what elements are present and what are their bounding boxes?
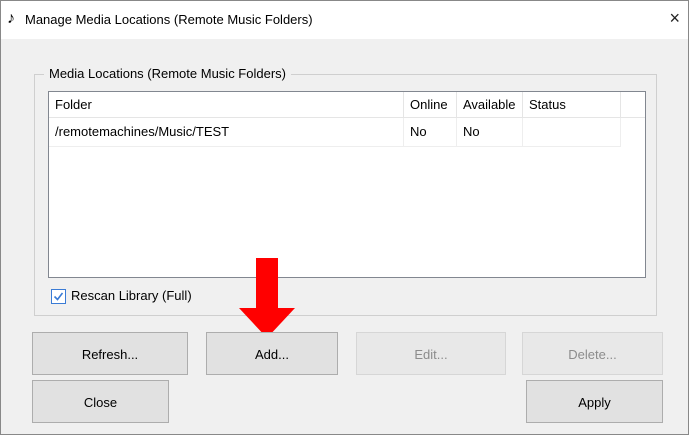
column-header-available[interactable]: Available	[457, 92, 523, 118]
column-header-online[interactable]: Online	[404, 92, 457, 118]
rescan-library-label[interactable]: Rescan Library (Full)	[71, 288, 192, 303]
cell-folder: /remotemachines/Music/TEST	[49, 118, 404, 146]
checkmark-icon	[53, 292, 64, 301]
row-divider	[49, 146, 621, 147]
column-header-status[interactable]: Status	[523, 92, 621, 118]
rescan-library-checkbox[interactable]	[51, 289, 66, 304]
cell-available: No	[457, 118, 523, 146]
music-note-icon: ♪	[7, 10, 15, 27]
add-button[interactable]: Add...	[206, 332, 338, 375]
column-header-folder[interactable]: Folder	[49, 92, 404, 118]
refresh-button[interactable]: Refresh...	[32, 332, 188, 375]
group-label: Media Locations (Remote Music Folders)	[44, 66, 291, 81]
cell-online: No	[404, 118, 457, 146]
close-icon[interactable]: ×	[669, 9, 680, 27]
edit-button[interactable]: Edit...	[356, 332, 506, 375]
manage-media-locations-dialog: ♪ Manage Media Locations (Remote Music F…	[0, 0, 689, 435]
media-locations-list[interactable]: Folder Online Available Status /remotema…	[48, 91, 646, 278]
window-title: Manage Media Locations (Remote Music Fol…	[25, 12, 313, 27]
red-arrow-annotation	[239, 258, 295, 341]
apply-button[interactable]: Apply	[526, 380, 663, 423]
title-bar: ♪ Manage Media Locations (Remote Music F…	[1, 1, 688, 39]
delete-button[interactable]: Delete...	[522, 332, 663, 375]
close-button[interactable]: Close	[32, 380, 169, 423]
cell-status	[523, 118, 621, 146]
column-header-empty	[621, 92, 645, 118]
